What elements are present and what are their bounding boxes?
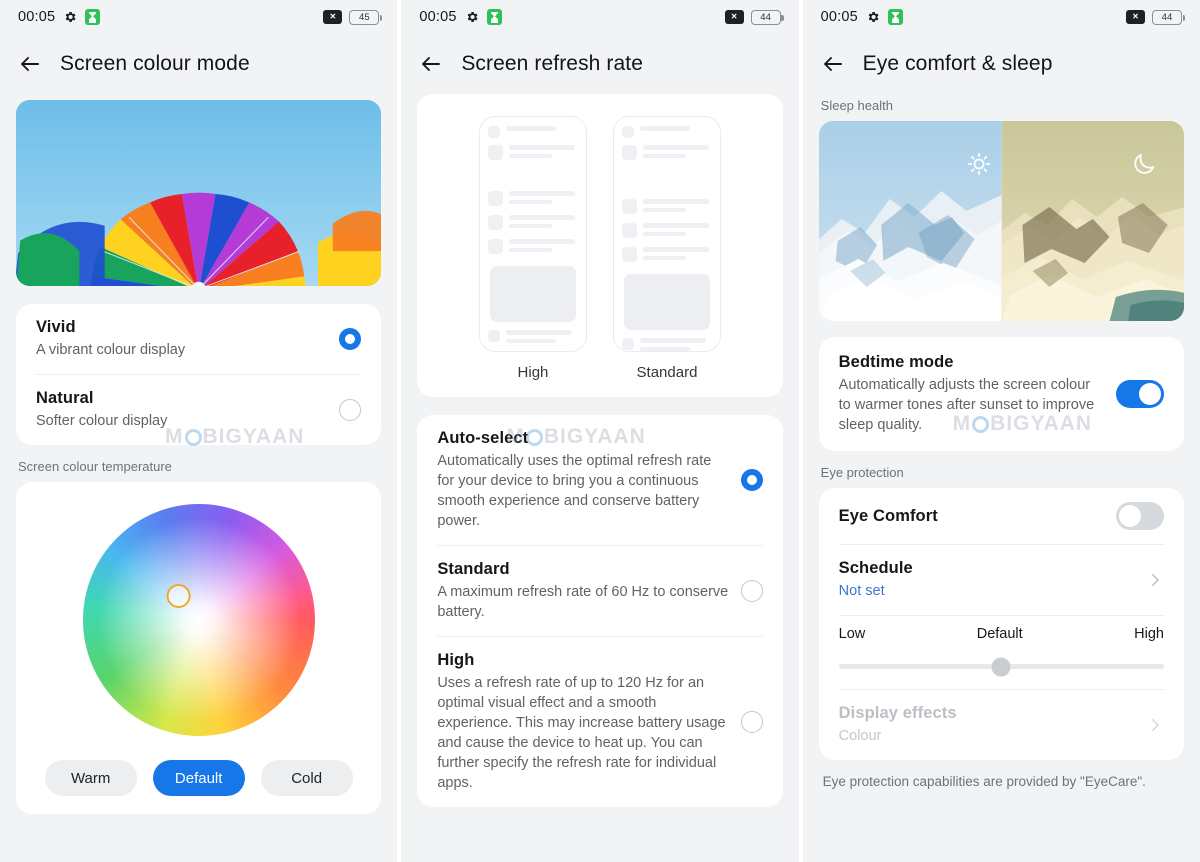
back-arrow-icon[interactable] [18, 52, 42, 76]
battery-indicator: 44 [1151, 9, 1185, 25]
option-title: High [437, 651, 475, 669]
bedtime-mode-row[interactable]: Bedtime mode Automatically adjusts the s… [819, 337, 1184, 451]
temperature-buttons: Warm Default Cold [16, 760, 381, 796]
app-bar: Screen refresh rate [401, 34, 798, 94]
status-bar: 00:05 ✕ 45 [0, 0, 397, 34]
slider-label-high: High [1134, 626, 1164, 642]
slider-track[interactable] [838, 657, 1164, 676]
mode-row-vivid[interactable]: Vivid A vibrant colour display [16, 304, 381, 374]
status-time: 00:05 [820, 9, 858, 25]
slider-label-low: Low [838, 626, 866, 642]
radio-standard[interactable] [740, 580, 763, 602]
gear-icon [465, 10, 479, 24]
schedule-title: Schedule [838, 559, 913, 577]
temp-button-default[interactable]: Default [152, 760, 245, 796]
refresh-rate-preview-card: High Standard [417, 94, 783, 397]
display-effects-title: Display effects [838, 704, 957, 722]
status-bar: 00:05 ✕ 44 [803, 0, 1200, 34]
mode-subtitle: Softer colour display [36, 413, 168, 429]
refresh-option-auto-select[interactable]: Auto-select Automatically uses the optim… [417, 415, 782, 545]
status-time: 00:05 [18, 9, 56, 25]
option-subtitle: Uses a refresh rate of up to 120 Hz for … [437, 675, 726, 791]
option-subtitle: A maximum refresh rate of 60 Hz to conse… [437, 584, 729, 620]
eye-protection-group-label: Eye protection [820, 465, 904, 480]
option-subtitle: Automatically uses the optimal refresh r… [437, 453, 712, 529]
bedtime-mode-toggle[interactable] [1115, 380, 1164, 408]
radio-natural[interactable] [339, 399, 362, 421]
sun-icon [966, 151, 992, 177]
back-arrow-icon[interactable] [821, 52, 845, 76]
temp-button-cold[interactable]: Cold [260, 760, 353, 796]
screen-colour-mode: 00:05 ✕ 45 Screen colour mode Vivid A vi… [0, 0, 398, 862]
refresh-option-standard[interactable]: Standard A maximum refresh rate of 60 Hz… [417, 546, 782, 636]
parachute-photo [16, 100, 382, 286]
battery-indicator: 44 [750, 9, 784, 25]
phone-mock-high [478, 116, 587, 352]
chevron-right-icon[interactable] [1146, 571, 1164, 589]
refresh-rate-options-card: Auto-select Automatically uses the optim… [417, 415, 783, 807]
screenshot-triptych: 00:05 ✕ 45 Screen colour mode Vivid A vi… [0, 0, 1200, 862]
colour-mode-card: Vivid A vibrant colour display Natural S… [16, 304, 382, 445]
schedule-value: Not set [838, 583, 885, 599]
page-title: Screen refresh rate [461, 52, 643, 75]
app-bar: Screen colour mode [0, 34, 397, 94]
chevron-right-icon [1146, 716, 1164, 734]
eye-protection-card: Eye Comfort Schedule Not set Low Default [818, 488, 1184, 760]
eye-comfort-title: Eye Comfort [838, 506, 938, 525]
x-badge-icon: ✕ [724, 10, 744, 24]
option-title: Standard [437, 560, 510, 578]
slider-thumb[interactable] [991, 657, 1011, 676]
radio-auto-select[interactable] [740, 469, 763, 491]
sleep-health-group-label: Sleep health [820, 98, 893, 113]
preview-label-high: High [517, 364, 549, 381]
mode-row-natural[interactable]: Natural Softer colour display [16, 375, 381, 445]
page-title: Screen colour mode [60, 52, 250, 75]
moon-icon [1131, 151, 1157, 177]
split-mountain-day-night-photo [818, 121, 1184, 321]
app-bar: Eye comfort & sleep [803, 34, 1200, 94]
colour-temperature-group-label: Screen colour temperature [18, 459, 172, 474]
gear-icon [866, 10, 880, 24]
green-app-icon [85, 9, 101, 25]
battery-indicator: 45 [349, 9, 383, 25]
screen-refresh-rate: 00:05 ✕ 44 Screen refresh rate High Stan… [401, 0, 799, 862]
temp-button-warm[interactable]: Warm [44, 760, 137, 796]
display-effects-row: Display effects Colour [819, 690, 1184, 760]
colour-temperature-card: Warm Default Cold [16, 482, 382, 814]
status-time: 00:05 [419, 9, 457, 25]
eye-comfort-intensity-slider[interactable]: Low Default High [819, 616, 1184, 689]
eye-protection-footnote: Eye protection capabilities are provided… [822, 774, 1146, 789]
radio-high[interactable] [740, 711, 763, 733]
mode-subtitle: A vibrant colour display [36, 342, 186, 358]
screen-eye-comfort-and-sleep: 00:05 ✕ 44 Eye comfort & sleep Sleep hea… [802, 0, 1200, 862]
preview-label-standard: Standard [636, 364, 698, 381]
bedtime-mode-card: Bedtime mode Automatically adjusts the s… [818, 337, 1184, 451]
eye-comfort-row[interactable]: Eye Comfort [819, 488, 1184, 544]
page-title: Eye comfort & sleep [862, 52, 1053, 75]
phone-mock-standard [612, 116, 721, 352]
green-app-icon [486, 9, 502, 25]
gear-icon [63, 10, 77, 24]
bedtime-subtitle: Automatically adjusts the screen colour … [838, 377, 1095, 433]
display-effects-value: Colour [838, 728, 882, 744]
back-arrow-icon[interactable] [419, 52, 443, 76]
x-badge-icon: ✕ [1125, 10, 1145, 24]
green-app-icon [887, 9, 903, 25]
slider-label-default: Default [976, 626, 1023, 642]
schedule-row[interactable]: Schedule Not set [819, 545, 1184, 615]
radio-vivid[interactable] [339, 328, 362, 350]
eye-comfort-toggle[interactable] [1115, 502, 1164, 530]
x-badge-icon: ✕ [323, 10, 343, 24]
bedtime-title: Bedtime mode [838, 353, 954, 371]
option-title: Auto-select [437, 429, 529, 447]
mode-title: Natural [36, 389, 94, 407]
refresh-option-high[interactable]: High Uses a refresh rate of up to 120 Hz… [417, 637, 782, 807]
mode-title: Vivid [36, 318, 76, 336]
colour-wheel-handle[interactable] [166, 584, 191, 608]
status-bar: 00:05 ✕ 44 [401, 0, 798, 34]
colour-wheel[interactable] [82, 504, 315, 736]
